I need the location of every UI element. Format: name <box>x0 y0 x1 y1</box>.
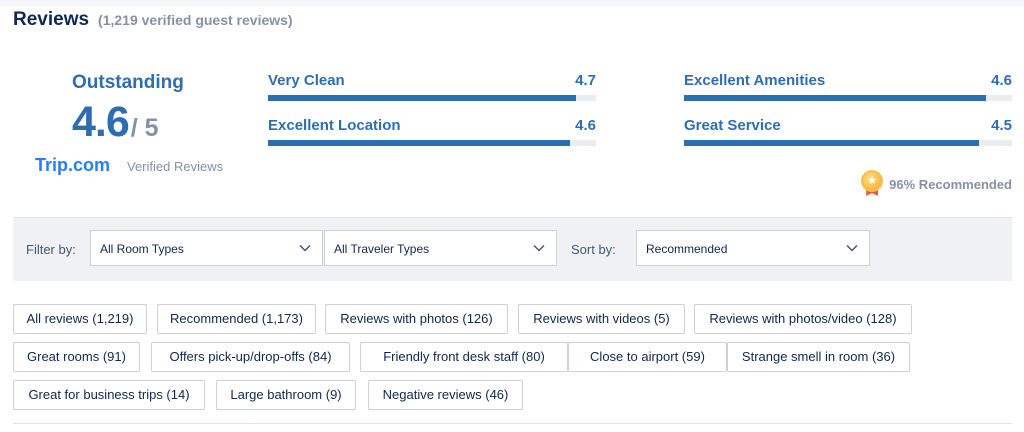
rating-label: Excellent Amenities <box>684 72 826 89</box>
rating-bar <box>684 140 1012 146</box>
chevron-down-icon <box>533 244 545 252</box>
room-type-value: All Room Types <box>100 242 184 256</box>
chevron-down-icon <box>846 244 858 252</box>
tag-recommended[interactable]: Recommended (1,173) <box>157 304 316 334</box>
tag-business-trips[interactable]: Great for business trips (14) <box>13 380 205 410</box>
rating-bar-fill <box>268 140 570 146</box>
rating-value: 4.6 <box>575 117 596 134</box>
tag-large-bathroom[interactable]: Large bathroom (9) <box>216 380 356 410</box>
tag-great-rooms[interactable]: Great rooms (91) <box>13 342 140 372</box>
score-line: 4.6/ 5 <box>72 98 159 147</box>
score-value: 4.6 <box>72 98 130 146</box>
tag-negative-reviews[interactable]: Negative reviews (46) <box>368 380 523 410</box>
recommended-text: 96% Recommended <box>889 176 1012 192</box>
rating-value: 4.7 <box>575 72 596 89</box>
sort-by-label: Sort by: <box>571 242 616 257</box>
room-type-select[interactable]: All Room Types <box>90 230 323 266</box>
medal-icon: ★ <box>861 170 884 198</box>
rating-value: 4.6 <box>991 72 1012 89</box>
filter-by-label: Filter by: <box>26 242 76 257</box>
rating-bar <box>268 140 596 146</box>
recommended-badge: ★ 96% Recommended <box>861 170 1012 198</box>
rating-bar-fill <box>684 140 980 146</box>
rating-bar-fill <box>684 95 986 101</box>
tag-reviews-with-photos[interactable]: Reviews with photos (126) <box>325 304 508 334</box>
reviews-header: Reviews (1,219 verified guest reviews) <box>13 9 293 31</box>
rating-excellent-location: Excellent Location 4.6 <box>268 115 596 151</box>
sort-value: Recommended <box>646 242 728 256</box>
top-strip <box>0 0 1024 6</box>
traveler-type-select[interactable]: All Traveler Types <box>324 230 557 266</box>
tag-strange-smell[interactable]: Strange smell in room (36) <box>727 342 910 372</box>
rating-bar <box>684 95 1012 101</box>
rating-excellent-amenities: Excellent Amenities 4.6 <box>684 70 1012 106</box>
divider <box>13 423 1012 424</box>
tag-friendly-front-desk[interactable]: Friendly front desk staff (80) <box>360 342 568 372</box>
review-count: (1,219 verified guest reviews) <box>98 12 293 28</box>
score-max: / 5 <box>130 114 159 142</box>
page-title: Reviews <box>13 9 90 30</box>
rating-great-service: Great Service 4.5 <box>684 115 1012 151</box>
rating-label: Great Service <box>684 117 781 134</box>
sort-select[interactable]: Recommended <box>636 230 870 266</box>
tag-all-reviews[interactable]: All reviews (1,219) <box>13 304 147 334</box>
rating-bar <box>268 95 596 101</box>
traveler-type-value: All Traveler Types <box>334 242 430 256</box>
rating-label: Excellent Location <box>268 117 401 134</box>
rating-label: Very Clean <box>268 72 345 89</box>
filter-bar: Filter by: All Room Types All Traveler T… <box>13 217 1012 281</box>
chevron-down-icon <box>299 244 311 252</box>
brand-logo: Trip.com <box>35 155 111 175</box>
tag-pick-up-drop-offs[interactable]: Offers pick-up/drop-offs (84) <box>151 342 350 372</box>
tag-reviews-with-videos[interactable]: Reviews with videos (5) <box>518 304 685 334</box>
rating-bar-fill <box>268 95 577 101</box>
tag-close-to-airport[interactable]: Close to airport (59) <box>568 342 727 372</box>
tag-reviews-with-photos-video[interactable]: Reviews with photos/video (128) <box>694 304 912 334</box>
score-label: Outstanding <box>72 72 184 93</box>
rating-very-clean: Very Clean 4.7 <box>268 70 596 106</box>
rating-value: 4.5 <box>991 117 1012 134</box>
verified-reviews-label: Verified Reviews <box>127 159 224 174</box>
